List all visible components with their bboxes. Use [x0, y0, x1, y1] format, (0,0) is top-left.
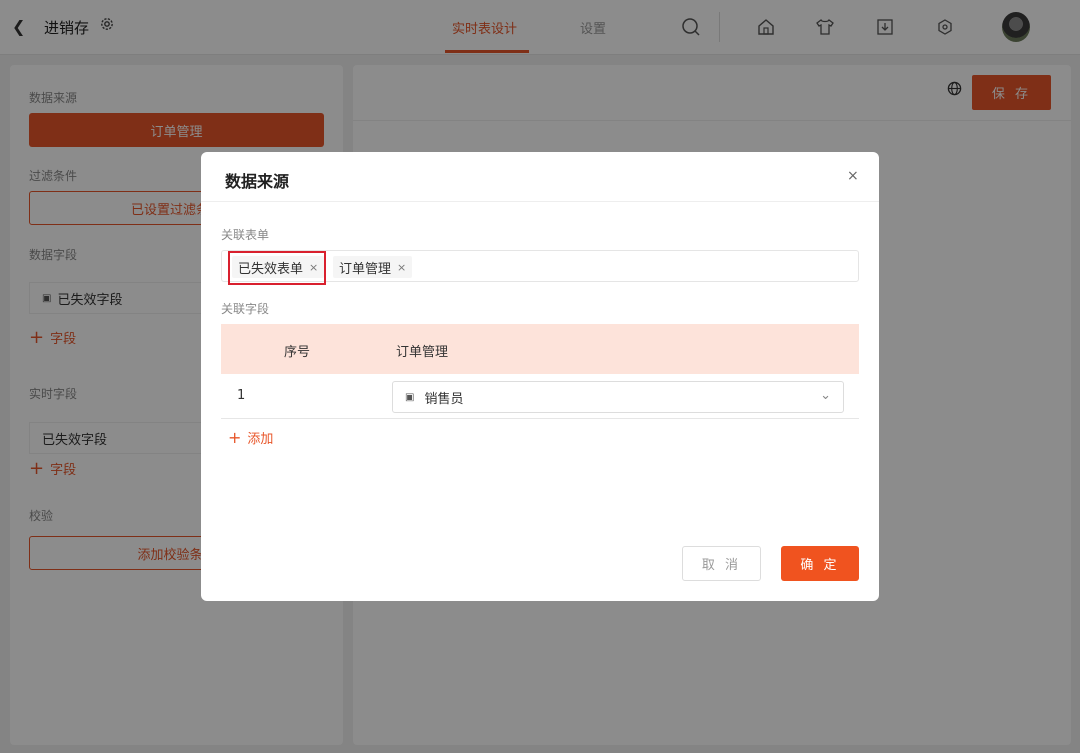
- remove-tag-icon[interactable]: ×: [397, 261, 406, 274]
- plus-icon: +: [228, 428, 242, 447]
- column-header-order-management: 订单管理: [396, 345, 449, 360]
- field-icon: ▣: [405, 391, 415, 403]
- cancel-button[interactable]: 取 消: [682, 546, 761, 581]
- add-row-button[interactable]: + 添加: [228, 428, 273, 447]
- chevron-down-icon: ⌄: [820, 388, 831, 403]
- confirm-button[interactable]: 确 定: [781, 546, 859, 581]
- add-row-label: 添加: [247, 432, 274, 447]
- field-select-value: 销售员: [424, 391, 464, 407]
- column-header-index: 序号: [284, 345, 311, 360]
- close-icon[interactable]: ×: [847, 168, 859, 184]
- tag-order-management: 订单管理 ×: [333, 256, 413, 278]
- data-source-dialog: 数据来源 × 关联表单 已失效表单 × 订单管理 × 关联字段 序号 订单管理 …: [201, 152, 879, 601]
- related-forms-label: 关联表单: [221, 228, 270, 242]
- table-row: 1 ▣ 销售员 ⌄: [221, 374, 859, 419]
- row-index: 1: [237, 388, 246, 403]
- table-header: 序号 订单管理: [221, 324, 859, 374]
- field-select[interactable]: ▣ 销售员 ⌄: [392, 381, 844, 413]
- related-fields-label: 关联字段: [221, 302, 270, 316]
- dialog-title: 数据来源: [225, 172, 290, 191]
- tag-label: 订单管理: [339, 261, 392, 277]
- divider: [201, 201, 879, 202]
- highlight-annotation: [228, 251, 326, 285]
